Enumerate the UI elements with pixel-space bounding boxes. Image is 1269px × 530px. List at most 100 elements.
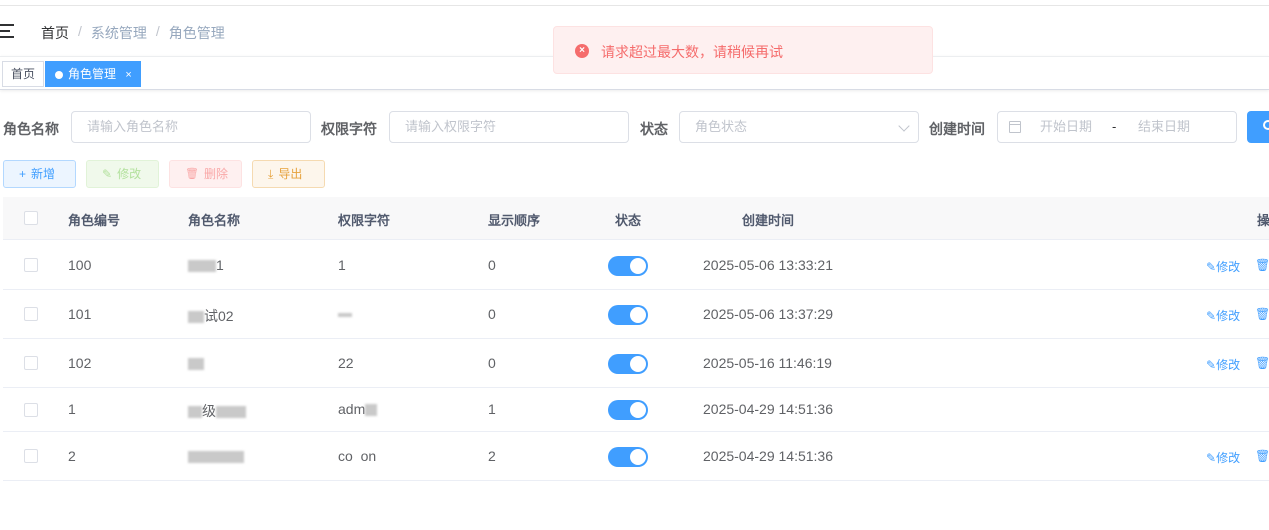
range-separator: - xyxy=(1112,119,1117,134)
calendar-icon xyxy=(1009,121,1021,133)
cell-sort: 1 xyxy=(488,401,496,417)
date-range-picker[interactable]: 开始日期 - 结束日期 xyxy=(997,111,1237,143)
status-switch[interactable] xyxy=(608,305,648,325)
export-button[interactable]: ⤓ 导出 xyxy=(252,160,325,188)
redacted-mark xyxy=(188,260,216,273)
row-checkbox[interactable] xyxy=(24,449,38,463)
download-icon: ⤓ xyxy=(268,167,274,181)
table-row: 100 1 1 0 2025-05-06 13:33:21 ✎修改 🗑 xyxy=(3,241,1269,290)
row-edit-label: 修改 xyxy=(1216,309,1241,323)
hamburger-icon[interactable] xyxy=(0,24,16,38)
row-edit-label: 修改 xyxy=(1216,358,1241,372)
cell-role-name-text: 1 xyxy=(216,257,224,273)
status-switch[interactable] xyxy=(608,256,648,276)
role-name-placeholder: 请输入角色名称 xyxy=(87,119,179,134)
redacted-mark xyxy=(188,311,204,324)
trash-icon[interactable]: 🗑 xyxy=(1255,449,1269,463)
redacted-mark xyxy=(216,406,246,419)
redacted-mark xyxy=(365,404,378,417)
cell-role-key: co on xyxy=(338,448,377,464)
table-header: 角色编号 角色名称 权限字符 显示顺序 状态 创建时间 操 xyxy=(3,197,1269,240)
breadcrumb: 首页 / 系统管理 / 角色管理 xyxy=(41,23,225,43)
cell-role-id: 100 xyxy=(68,257,92,273)
select-all-checkbox[interactable] xyxy=(24,211,38,225)
breadcrumb-role: 角色管理 xyxy=(168,25,225,41)
role-key-input[interactable]: 请输入权限字符 xyxy=(389,111,629,143)
th-role-name: 角色名称 xyxy=(188,213,241,228)
cell-role-id: 2 xyxy=(68,448,76,464)
edit-label: 修改 xyxy=(117,167,142,181)
table-row: 102 22 0 2025-05-16 11:46:19 ✎修改 🗑 xyxy=(3,339,1269,388)
breadcrumb-separator: / xyxy=(155,23,160,39)
plus-icon: + xyxy=(19,167,27,181)
row-checkbox[interactable] xyxy=(24,307,38,321)
breadcrumb-system: 系统管理 xyxy=(90,25,147,41)
delete-button[interactable]: 🗑 删除 xyxy=(169,160,242,188)
cell-sort: 0 xyxy=(488,306,496,322)
tag-home-label: 首页 xyxy=(11,67,36,81)
role-name-input[interactable]: 请输入角色名称 xyxy=(71,111,311,143)
start-date-placeholder[interactable]: 开始日期 xyxy=(1040,112,1092,142)
cell-role-name: 1 xyxy=(188,257,224,273)
trash-icon[interactable]: 🗑 xyxy=(1255,258,1269,272)
row-edit-link[interactable]: ✎修改 xyxy=(1206,449,1240,466)
end-date-placeholder[interactable]: 结束日期 xyxy=(1138,112,1190,142)
cell-created: 2025-04-29 14:51:36 xyxy=(703,401,833,417)
trash-icon[interactable]: 🗑 xyxy=(1255,356,1269,370)
table-row: 1 级 adm 1 2025-04-29 14:51:36 xyxy=(3,388,1269,432)
row-edit-label: 修改 xyxy=(1216,451,1241,465)
cell-role-id: 101 xyxy=(68,306,92,322)
row-edit-link[interactable]: ✎修改 xyxy=(1206,356,1240,373)
cell-role-name-text: 级 xyxy=(202,403,216,419)
trash-icon[interactable]: 🗑 xyxy=(1255,307,1269,321)
cell-role-name: 级 xyxy=(188,401,246,421)
status-switch[interactable] xyxy=(608,354,648,374)
th-role-id: 角色编号 xyxy=(68,213,121,228)
breadcrumb-home[interactable]: 首页 xyxy=(41,23,69,43)
status-label: 状态 xyxy=(640,121,668,137)
role-name-label: 角色名称 xyxy=(3,121,59,137)
cell-role-key: adm xyxy=(338,401,378,417)
status-switch[interactable] xyxy=(608,400,648,420)
error-toast: × 请求超过最大数，请稍候再试 xyxy=(553,26,933,74)
delete-label: 删除 xyxy=(203,167,228,181)
cell-role-key xyxy=(338,306,352,322)
redacted-mark xyxy=(338,313,352,318)
delete-icon: 🗑 xyxy=(185,168,199,180)
cell-role-id: 1 xyxy=(68,401,76,417)
row-edit-link[interactable]: ✎修改 xyxy=(1206,258,1240,275)
th-role-key: 权限字符 xyxy=(338,213,391,228)
error-icon: × xyxy=(575,44,589,58)
cell-role-name: 试02 xyxy=(188,306,234,326)
row-edit-link[interactable]: ✎修改 xyxy=(1206,307,1240,324)
cell-sort: 2 xyxy=(488,448,496,464)
cell-role-key-text: adm xyxy=(338,401,366,417)
toast-message: 请求超过最大数，请稍候再试 xyxy=(601,44,783,60)
row-checkbox[interactable] xyxy=(24,356,38,370)
created-time-label: 创建时间 xyxy=(929,121,985,137)
table-row: 101 试02 0 2025-05-06 13:37:29 ✎修改 🗑 xyxy=(3,290,1269,339)
redacted-mark xyxy=(188,358,204,371)
redacted-mark xyxy=(188,406,202,419)
table-row: 2 co on 2 2025-04-29 14:51:36 ✎修改 🗑 xyxy=(3,432,1269,481)
cell-role-name-text: 试02 xyxy=(204,308,234,324)
add-button[interactable]: + 新增 xyxy=(3,160,76,188)
cell-created: 2025-04-29 14:51:36 xyxy=(703,448,833,464)
cell-role-key: 1 xyxy=(338,257,346,273)
search-button[interactable] xyxy=(1247,111,1269,143)
close-icon[interactable]: × xyxy=(125,69,131,81)
tag-role-management[interactable]: 角色管理 × xyxy=(45,61,141,87)
cell-role-key: 22 xyxy=(338,355,354,371)
cell-sort: 0 xyxy=(488,355,496,371)
role-key-label: 权限字符 xyxy=(321,121,377,137)
status-select[interactable]: 角色状态 xyxy=(679,111,919,143)
cell-created: 2025-05-06 13:37:29 xyxy=(703,306,833,322)
row-checkbox[interactable] xyxy=(24,258,38,272)
tag-home[interactable]: 首页 xyxy=(2,61,45,87)
th-operations: 操 xyxy=(1257,213,1269,228)
cell-created: 2025-05-16 11:46:19 xyxy=(703,355,832,371)
cell-created: 2025-05-06 13:33:21 xyxy=(703,257,833,273)
status-switch[interactable] xyxy=(608,447,648,467)
row-checkbox[interactable] xyxy=(24,403,38,417)
edit-button[interactable]: ✎ 修改 xyxy=(86,160,159,188)
